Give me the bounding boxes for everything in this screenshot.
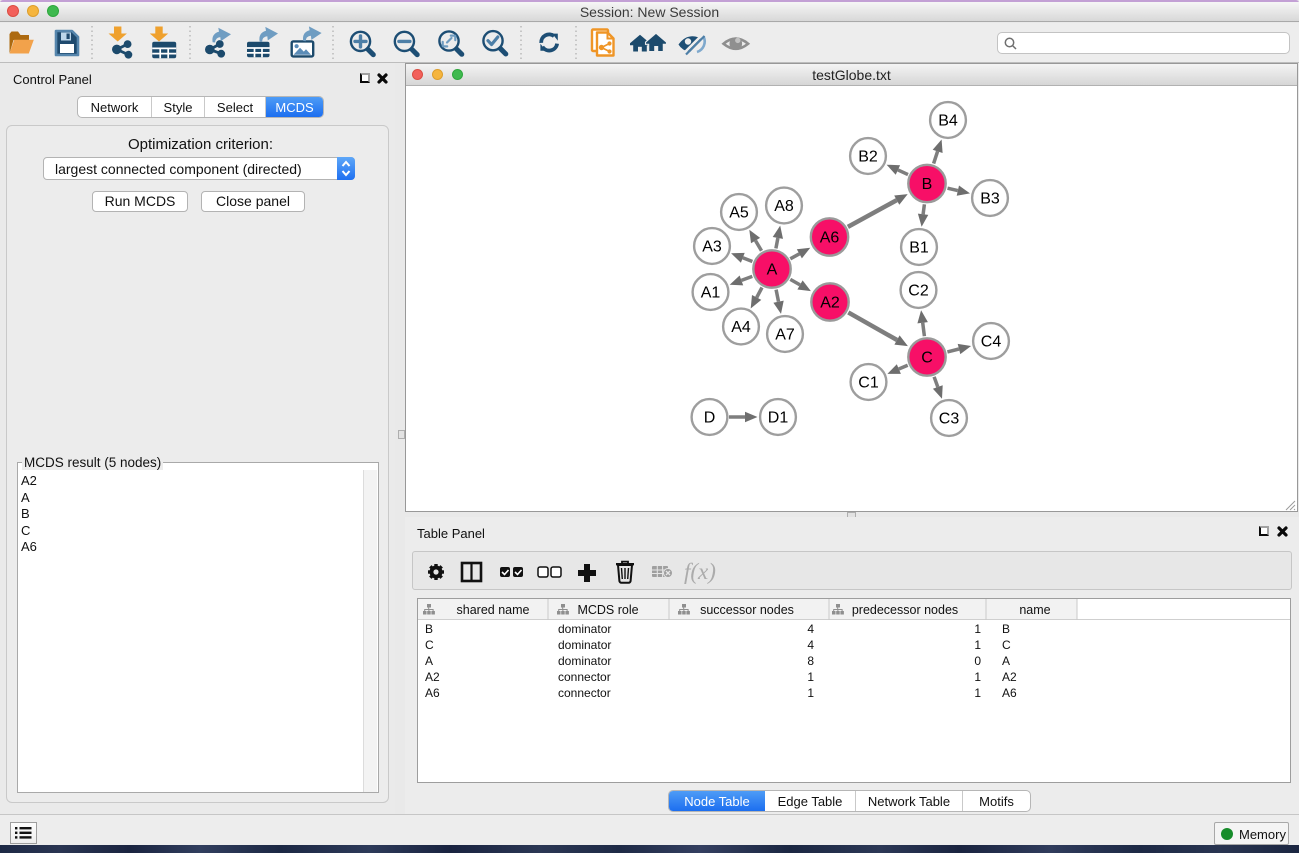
- svg-text:f(x): f(x): [684, 559, 716, 584]
- svg-text:A8: A8: [774, 198, 794, 215]
- svg-text:C2: C2: [908, 283, 929, 300]
- svg-text:A4: A4: [731, 319, 751, 336]
- svg-text:successor nodes: successor nodes: [700, 603, 794, 617]
- svg-text:predecessor nodes: predecessor nodes: [852, 603, 958, 617]
- svg-text:B2: B2: [858, 149, 878, 166]
- svg-text:A1: A1: [701, 285, 721, 302]
- svg-text:A7: A7: [775, 327, 795, 344]
- svg-text:B: B: [922, 176, 933, 193]
- svg-text:B4: B4: [938, 113, 958, 130]
- svg-text:C3: C3: [939, 411, 960, 428]
- svg-text:D: D: [704, 410, 716, 427]
- svg-text:shared name: shared name: [457, 603, 530, 617]
- svg-text:B3: B3: [980, 191, 1000, 208]
- svg-text:A: A: [767, 262, 778, 279]
- svg-text:C4: C4: [981, 334, 1002, 351]
- svg-text:A5: A5: [729, 205, 749, 222]
- svg-text:C1: C1: [858, 375, 879, 392]
- svg-text:B1: B1: [909, 240, 929, 257]
- svg-text:A3: A3: [702, 239, 722, 256]
- svg-text:A2: A2: [820, 295, 840, 312]
- svg-text:A6: A6: [820, 230, 840, 247]
- svg-text:name: name: [1019, 603, 1050, 617]
- svg-text:MCDS role: MCDS role: [577, 603, 638, 617]
- svg-text:C: C: [921, 350, 933, 367]
- svg-text:D1: D1: [768, 410, 789, 427]
